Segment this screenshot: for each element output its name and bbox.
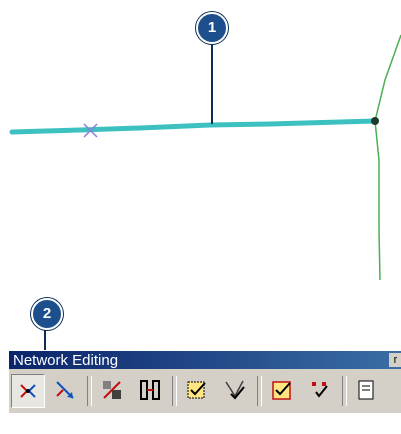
callout-1-leader bbox=[211, 40, 213, 124]
network-edit-tool-icon bbox=[20, 384, 36, 398]
reverse-flow-button[interactable] bbox=[49, 374, 83, 408]
callout-2-badge: 2 bbox=[31, 298, 63, 330]
disconnect-feature-icon bbox=[140, 380, 160, 400]
connect-feature-icon bbox=[103, 381, 121, 399]
mark-errors-button[interactable] bbox=[304, 374, 338, 408]
error-inspector-button[interactable] bbox=[266, 374, 300, 408]
branch-line-lower[interactable] bbox=[374, 120, 381, 281]
properties-button[interactable] bbox=[351, 374, 385, 408]
validate-selection-button[interactable] bbox=[219, 374, 253, 408]
reverse-flow-icon bbox=[56, 381, 74, 399]
mark-errors-icon bbox=[312, 382, 328, 398]
toolbar-titlebar[interactable]: Network Editing r bbox=[9, 351, 401, 369]
connect-feature-button[interactable] bbox=[96, 374, 130, 408]
junction-node[interactable] bbox=[371, 117, 379, 125]
error-inspector-icon bbox=[272, 381, 291, 400]
toolbar-separator bbox=[172, 376, 177, 406]
toolbar-separator bbox=[342, 376, 347, 406]
map-canvas[interactable] bbox=[0, 0, 401, 300]
validate-selection-icon bbox=[225, 380, 245, 400]
toolbar-separator bbox=[257, 376, 262, 406]
main-water-line[interactable] bbox=[9, 118, 378, 135]
validate-topology-button[interactable] bbox=[181, 374, 215, 408]
toolbar-tools bbox=[11, 373, 389, 409]
callout-1-badge: 1 bbox=[196, 12, 228, 44]
network-edit-tool-button[interactable] bbox=[11, 374, 45, 408]
toolbar-title: Network Editing bbox=[13, 352, 119, 369]
toolbar-close-button[interactable]: r bbox=[389, 353, 401, 367]
validate-topology-icon bbox=[187, 381, 206, 399]
toolbar-separator bbox=[87, 376, 92, 406]
disconnect-feature-button[interactable] bbox=[134, 374, 168, 408]
properties-icon bbox=[358, 380, 374, 400]
network-editing-toolbar: Network Editing r bbox=[8, 350, 401, 413]
branch-line-upper[interactable] bbox=[374, 34, 401, 122]
